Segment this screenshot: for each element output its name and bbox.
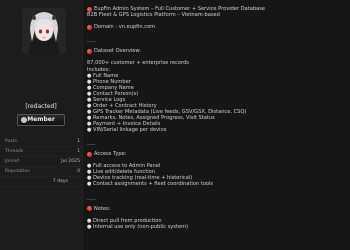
rank-badge: Member [17,114,65,126]
list-item: ● Internal use only (non-public system) [87,223,189,230]
stat-value: 0 [77,169,80,174]
flag-icon [87,151,92,157]
stat-posts: Posts 1 [0,137,82,147]
forum-post: [redacted] Member Posts 1 Threads 1 Join… [0,0,350,250]
rank-icon [21,117,27,123]
stat-label: Joined [5,159,20,164]
stat-value: 1 [77,149,80,154]
stat-reputation: Reputation 0 [0,167,82,177]
flag-icon [87,24,92,30]
flag-icon [87,206,92,212]
stat-label: Threads [5,149,24,154]
stat-online: 7 days [0,177,82,187]
post-body: EupFin Admin System – Full Customer + Se… [87,0,347,230]
stat-joined: Joined Jul 2025 [0,157,82,167]
user-avatar[interactable] [22,8,66,54]
stat-value: Jul 2025 [61,159,80,164]
stat-label: Reputation [5,169,31,174]
rank-label: Member [27,116,55,123]
stat-label: Posts [5,139,18,144]
user-stats: Posts 1 Threads 1 Joined Jul 2025 Reputa… [0,137,82,187]
online-duration: 7 days [52,179,68,184]
flag-icon [87,6,92,12]
username[interactable]: [redacted] [0,103,82,110]
user-panel: [redacted] Member Posts 1 Threads 1 Join… [0,0,83,250]
stat-value: 1 [77,139,80,144]
stat-threads: Threads 1 [0,147,82,157]
flag-icon [87,48,92,54]
